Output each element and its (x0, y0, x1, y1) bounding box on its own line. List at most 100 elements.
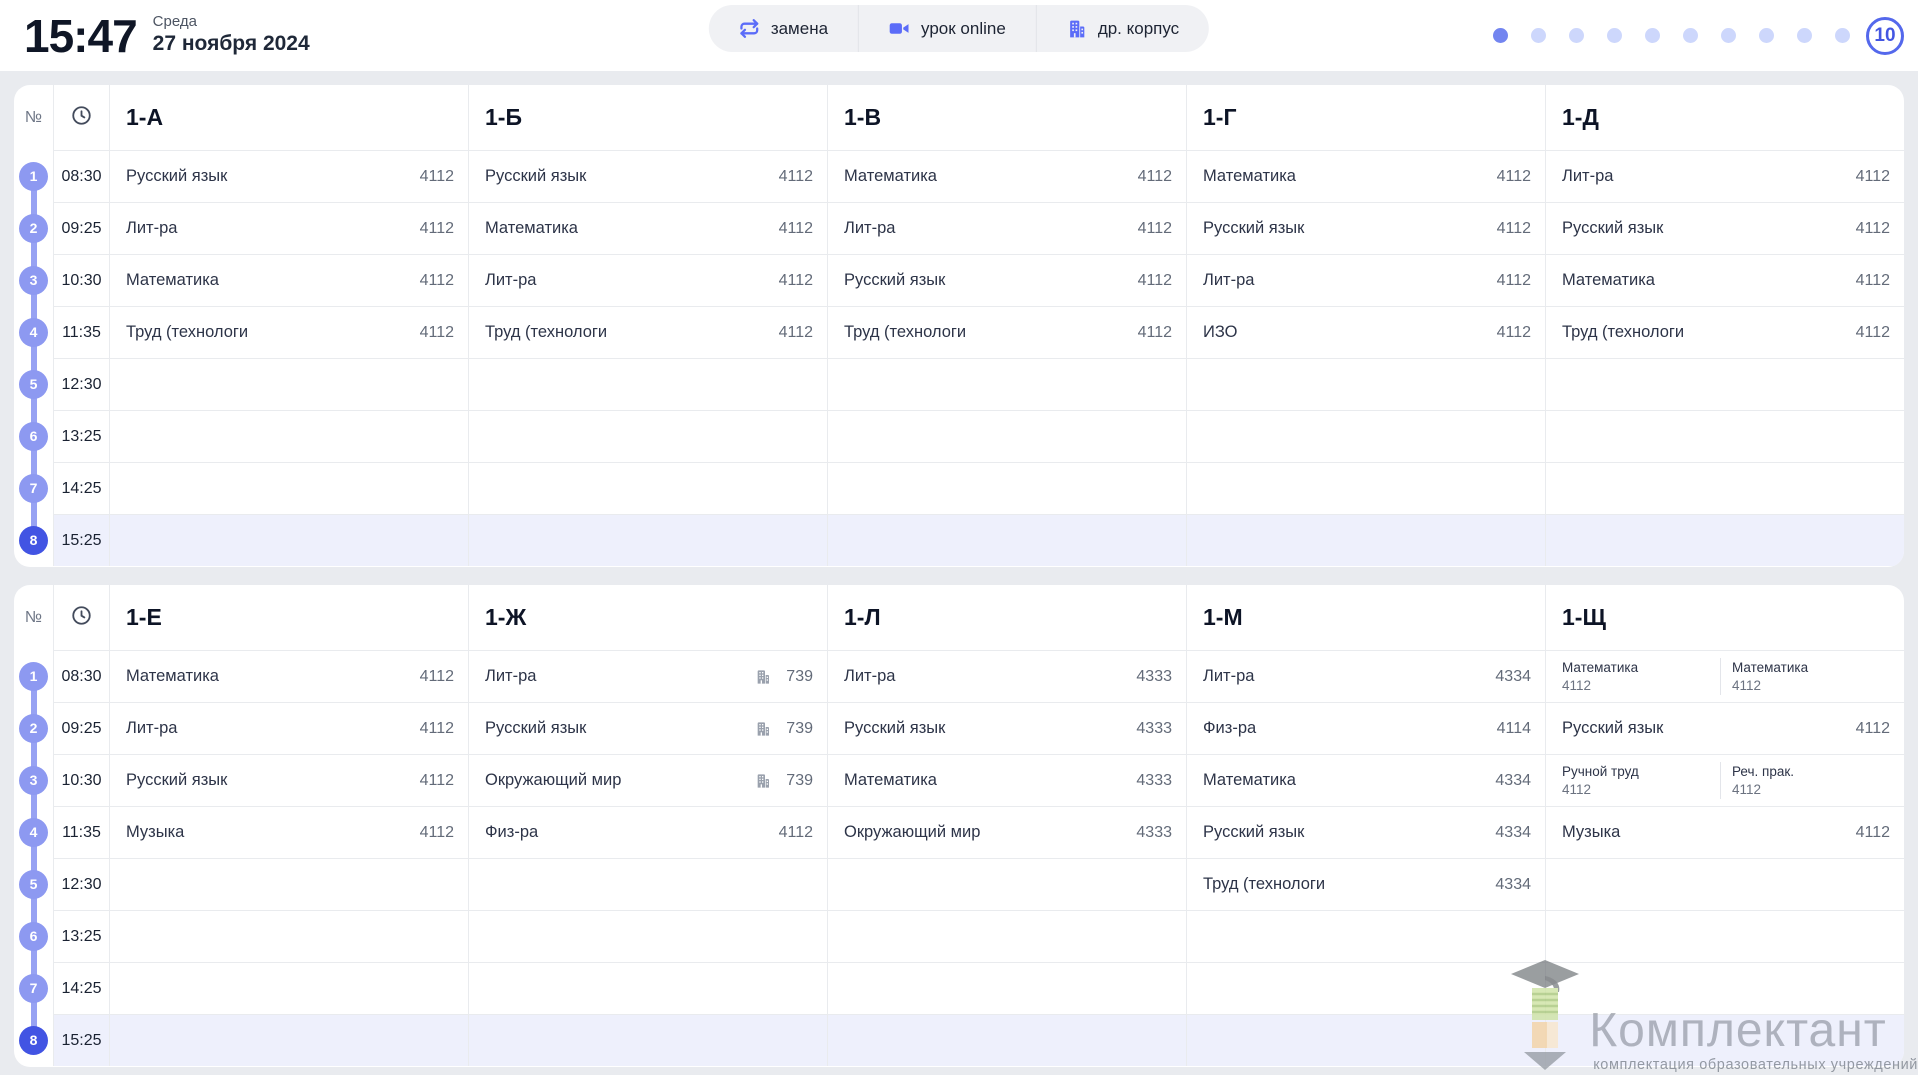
lesson-cell-split: Ручной труд4112Реч. прак.4112 (1545, 754, 1904, 806)
lesson-number-badge: 8 (19, 526, 48, 555)
subject-label: Музыка (126, 823, 412, 842)
room-number: 4112 (779, 824, 813, 842)
room-number: 4112 (420, 220, 454, 238)
room-number: 4112 (1562, 781, 1720, 799)
lesson-cell: Лит-ра4112 (109, 702, 468, 754)
legend-item-substitution[interactable]: замена (709, 5, 858, 52)
room-number: 4112 (420, 772, 454, 790)
subject-label: Лит-ра (1203, 271, 1489, 290)
subject-label: Физ-ра (1203, 719, 1489, 738)
legend-item-online-lesson[interactable]: урок online (858, 5, 1036, 52)
lesson-cell: Математика4112 (109, 254, 468, 306)
pagination-dot[interactable] (1797, 28, 1812, 43)
lesson-cell-empty (1545, 358, 1904, 410)
time-cell: 15:25 (53, 1014, 109, 1066)
lesson-cell: Лит-ра739 (468, 650, 827, 702)
subject-label: Русский язык (844, 271, 1130, 290)
lesson-cell: Русский язык4112 (1545, 702, 1904, 754)
pagination-dot[interactable] (1835, 28, 1850, 43)
room-number: 739 (786, 772, 813, 790)
room-number: 4333 (1136, 668, 1172, 686)
subject-label: Труд (технологи (485, 323, 771, 342)
room-number: 4112 (420, 668, 454, 686)
time-cell: 09:25 (53, 202, 109, 254)
lesson-cell: Труд (технологи4112 (1545, 306, 1904, 358)
time-cell: 12:30 (53, 858, 109, 910)
lesson-cell: Физ-ра4114 (1186, 702, 1545, 754)
lesson-cell-empty (827, 910, 1186, 962)
pagination-dot[interactable] (1493, 28, 1508, 43)
time-cell: 13:25 (53, 910, 109, 962)
lesson-cell: Русский язык739 (468, 702, 827, 754)
lesson-subcell: Математика4112 (1720, 658, 1890, 695)
lesson-cell-empty (1545, 858, 1904, 910)
subject-label: Математика (1203, 167, 1489, 186)
time-column-header (53, 85, 109, 150)
pagination-dot[interactable] (1759, 28, 1774, 43)
subject-label: Русский язык (1562, 719, 1848, 738)
lesson-cell: Математика4112 (1545, 254, 1904, 306)
class-header: 1-Б (468, 85, 827, 150)
pagination-dot[interactable] (1645, 28, 1660, 43)
lesson-cell-split: Математика4112Математика4112 (1545, 650, 1904, 702)
subject-label: Математика (1732, 659, 1890, 677)
subject-label: Русский язык (1203, 823, 1487, 842)
lesson-cell-empty (468, 358, 827, 410)
room-number: 4112 (779, 272, 813, 290)
room-number: 4112 (1856, 324, 1890, 342)
lesson-cell: Труд (технологи4334 (1186, 858, 1545, 910)
subject-label: Математика (126, 667, 412, 686)
time-cell: 13:25 (53, 410, 109, 462)
lesson-cell: Лит-ра4112 (1545, 150, 1904, 202)
lesson-cell: Русский язык4112 (109, 150, 468, 202)
class-header: 1-М (1186, 585, 1545, 650)
lesson-cell: Труд (технологи4112 (468, 306, 827, 358)
lesson-cell: Русский язык4112 (109, 754, 468, 806)
class-header: 1-Ж (468, 585, 827, 650)
room-number: 4112 (1138, 324, 1172, 342)
lesson-number-badge: 5 (19, 870, 48, 899)
room-number: 4112 (1497, 272, 1531, 290)
subject-label: Математика (485, 219, 771, 238)
room-number: 4112 (1856, 220, 1890, 238)
lesson-number-badge: 4 (19, 818, 48, 847)
lesson-cell: Музыка4112 (109, 806, 468, 858)
lesson-cell: Лит-ра4333 (827, 650, 1186, 702)
pagination-dot[interactable] (1531, 28, 1546, 43)
room-number: 4112 (1562, 677, 1720, 695)
clock-icon (70, 104, 93, 132)
pagination-dots (1493, 28, 1850, 43)
lesson-number-badge: 5 (19, 370, 48, 399)
room-number: 4334 (1495, 824, 1531, 842)
video-icon (889, 18, 910, 39)
lesson-cell-empty (468, 910, 827, 962)
time-cell: 09:25 (53, 702, 109, 754)
clock-icon (70, 604, 93, 632)
lesson-cell: Математика4112 (1186, 150, 1545, 202)
subject-label: Лит-ра (485, 271, 771, 290)
room-number: 4334 (1495, 772, 1531, 790)
lesson-cell-empty (827, 1014, 1186, 1066)
lesson-cell-empty (109, 962, 468, 1014)
class-header: 1-Щ (1545, 585, 1904, 650)
lesson-number-badge: 7 (19, 974, 48, 1003)
time-cell: 10:30 (53, 254, 109, 306)
legend-item-other-building[interactable]: др. корпус (1036, 5, 1209, 52)
room-number: 4112 (779, 220, 813, 238)
lesson-number-badge: 6 (19, 922, 48, 951)
lesson-number-badge: 2 (19, 714, 48, 743)
time-cell: 11:35 (53, 806, 109, 858)
lesson-cell: Музыка4112 (1545, 806, 1904, 858)
other-building-icon (755, 721, 771, 737)
pagination-dot[interactable] (1683, 28, 1698, 43)
other-building-icon (755, 773, 771, 789)
pagination-dot[interactable] (1569, 28, 1584, 43)
subject-label: Окружающий мир (485, 771, 755, 790)
subject-label: Лит-ра (126, 719, 412, 738)
pagination-dot[interactable] (1607, 28, 1622, 43)
lesson-cell: Русский язык 4334 (1186, 806, 1545, 858)
top-bar: 15:47 Среда 27 ноября 2024 замена ур (0, 0, 1918, 71)
pagination-dot[interactable] (1721, 28, 1736, 43)
lesson-subcell: Реч. прак.4112 (1720, 762, 1890, 799)
lesson-cell-empty (1186, 910, 1545, 962)
